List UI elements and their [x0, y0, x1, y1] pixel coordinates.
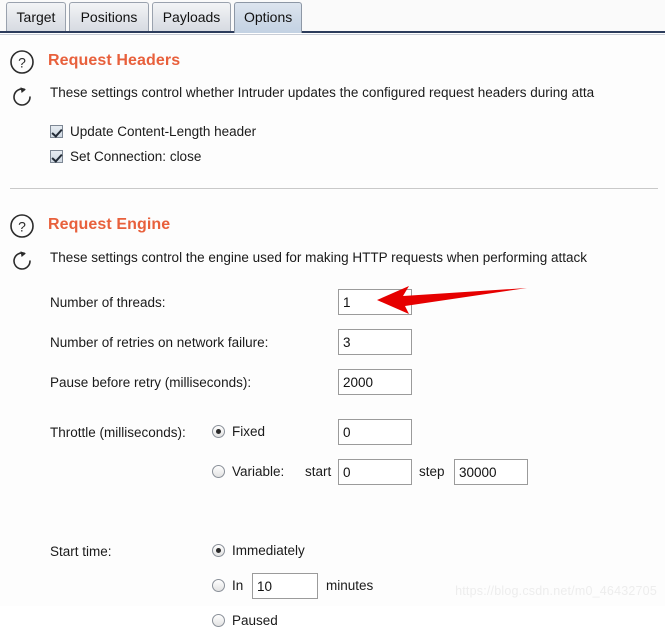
radio-label-throttle-fixed: Fixed	[232, 424, 266, 439]
radio-throttle-variable[interactable]	[212, 465, 225, 478]
input-throttle-start[interactable]	[338, 459, 412, 485]
checkbox-row-update-content-length[interactable]: Update Content-Length header	[50, 124, 256, 139]
input-number-of-threads[interactable]	[338, 289, 412, 315]
radio-start-immediately[interactable]	[212, 544, 225, 557]
tab-bar-underline	[0, 31, 665, 33]
tab-options[interactable]: Options	[234, 2, 302, 33]
question-circle-icon[interactable]: ?	[9, 49, 35, 75]
label-minutes-suffix: minutes	[326, 578, 374, 593]
radio-throttle-fixed[interactable]	[212, 425, 225, 438]
request-engine-description: These settings control the engine used f…	[50, 250, 588, 265]
radio-label-start-paused: Paused	[232, 613, 278, 628]
request-headers-description: These settings control whether Intruder …	[50, 85, 595, 100]
input-pause-before-retry[interactable]	[338, 369, 412, 395]
question-circle-icon-engine[interactable]: ?	[9, 213, 35, 239]
request-headers-title: Request Headers	[48, 52, 181, 69]
checkbox-label-update-content-length: Update Content-Length header	[70, 124, 257, 139]
label-pause-before-retry: Pause before retry (milliseconds):	[50, 375, 252, 390]
radio-start-paused[interactable]	[212, 614, 225, 627]
label-start-time: Start time:	[50, 544, 112, 559]
request-engine-title: Request Engine	[48, 216, 171, 233]
radio-start-in-minutes[interactable]	[212, 579, 225, 592]
refresh-icon[interactable]	[9, 84, 35, 110]
tab-payloads[interactable]: Payloads	[152, 2, 231, 32]
checkbox-row-set-connection-close[interactable]: Set Connection: close	[50, 149, 201, 164]
label-number-of-retries: Number of retries on network failure:	[50, 335, 269, 350]
radio-label-throttle-variable: Variable:	[232, 464, 285, 479]
input-number-of-retries[interactable]	[338, 329, 412, 355]
watermark-text: https://blog.csdn.net/m0_46432705	[455, 584, 657, 598]
tab-target[interactable]: Target	[6, 2, 66, 32]
input-throttle-step[interactable]	[454, 459, 528, 485]
checkbox-label-set-connection-close: Set Connection: close	[70, 149, 202, 164]
svg-text:?: ?	[18, 55, 26, 71]
checkbox-set-connection-close[interactable]	[50, 150, 63, 163]
radio-label-start-in: In	[232, 578, 244, 593]
label-throttle: Throttle (milliseconds):	[50, 425, 186, 440]
radio-label-start-immediately: Immediately	[232, 543, 305, 558]
label-throttle-start: start	[305, 464, 332, 479]
checkbox-update-content-length[interactable]	[50, 125, 63, 138]
label-throttle-step: step	[419, 464, 445, 479]
section-divider	[10, 188, 658, 189]
input-throttle-fixed[interactable]	[338, 419, 412, 445]
input-start-in-minutes[interactable]	[252, 573, 318, 599]
options-panel: ? Request Headers These settings control…	[0, 35, 665, 628]
svg-text:?: ?	[18, 219, 26, 235]
refresh-icon-engine[interactable]	[9, 248, 35, 274]
tab-positions[interactable]: Positions	[69, 2, 149, 32]
label-number-of-threads: Number of threads:	[50, 295, 166, 310]
intruder-tab-bar: Target Positions Payloads Options	[0, 0, 665, 35]
